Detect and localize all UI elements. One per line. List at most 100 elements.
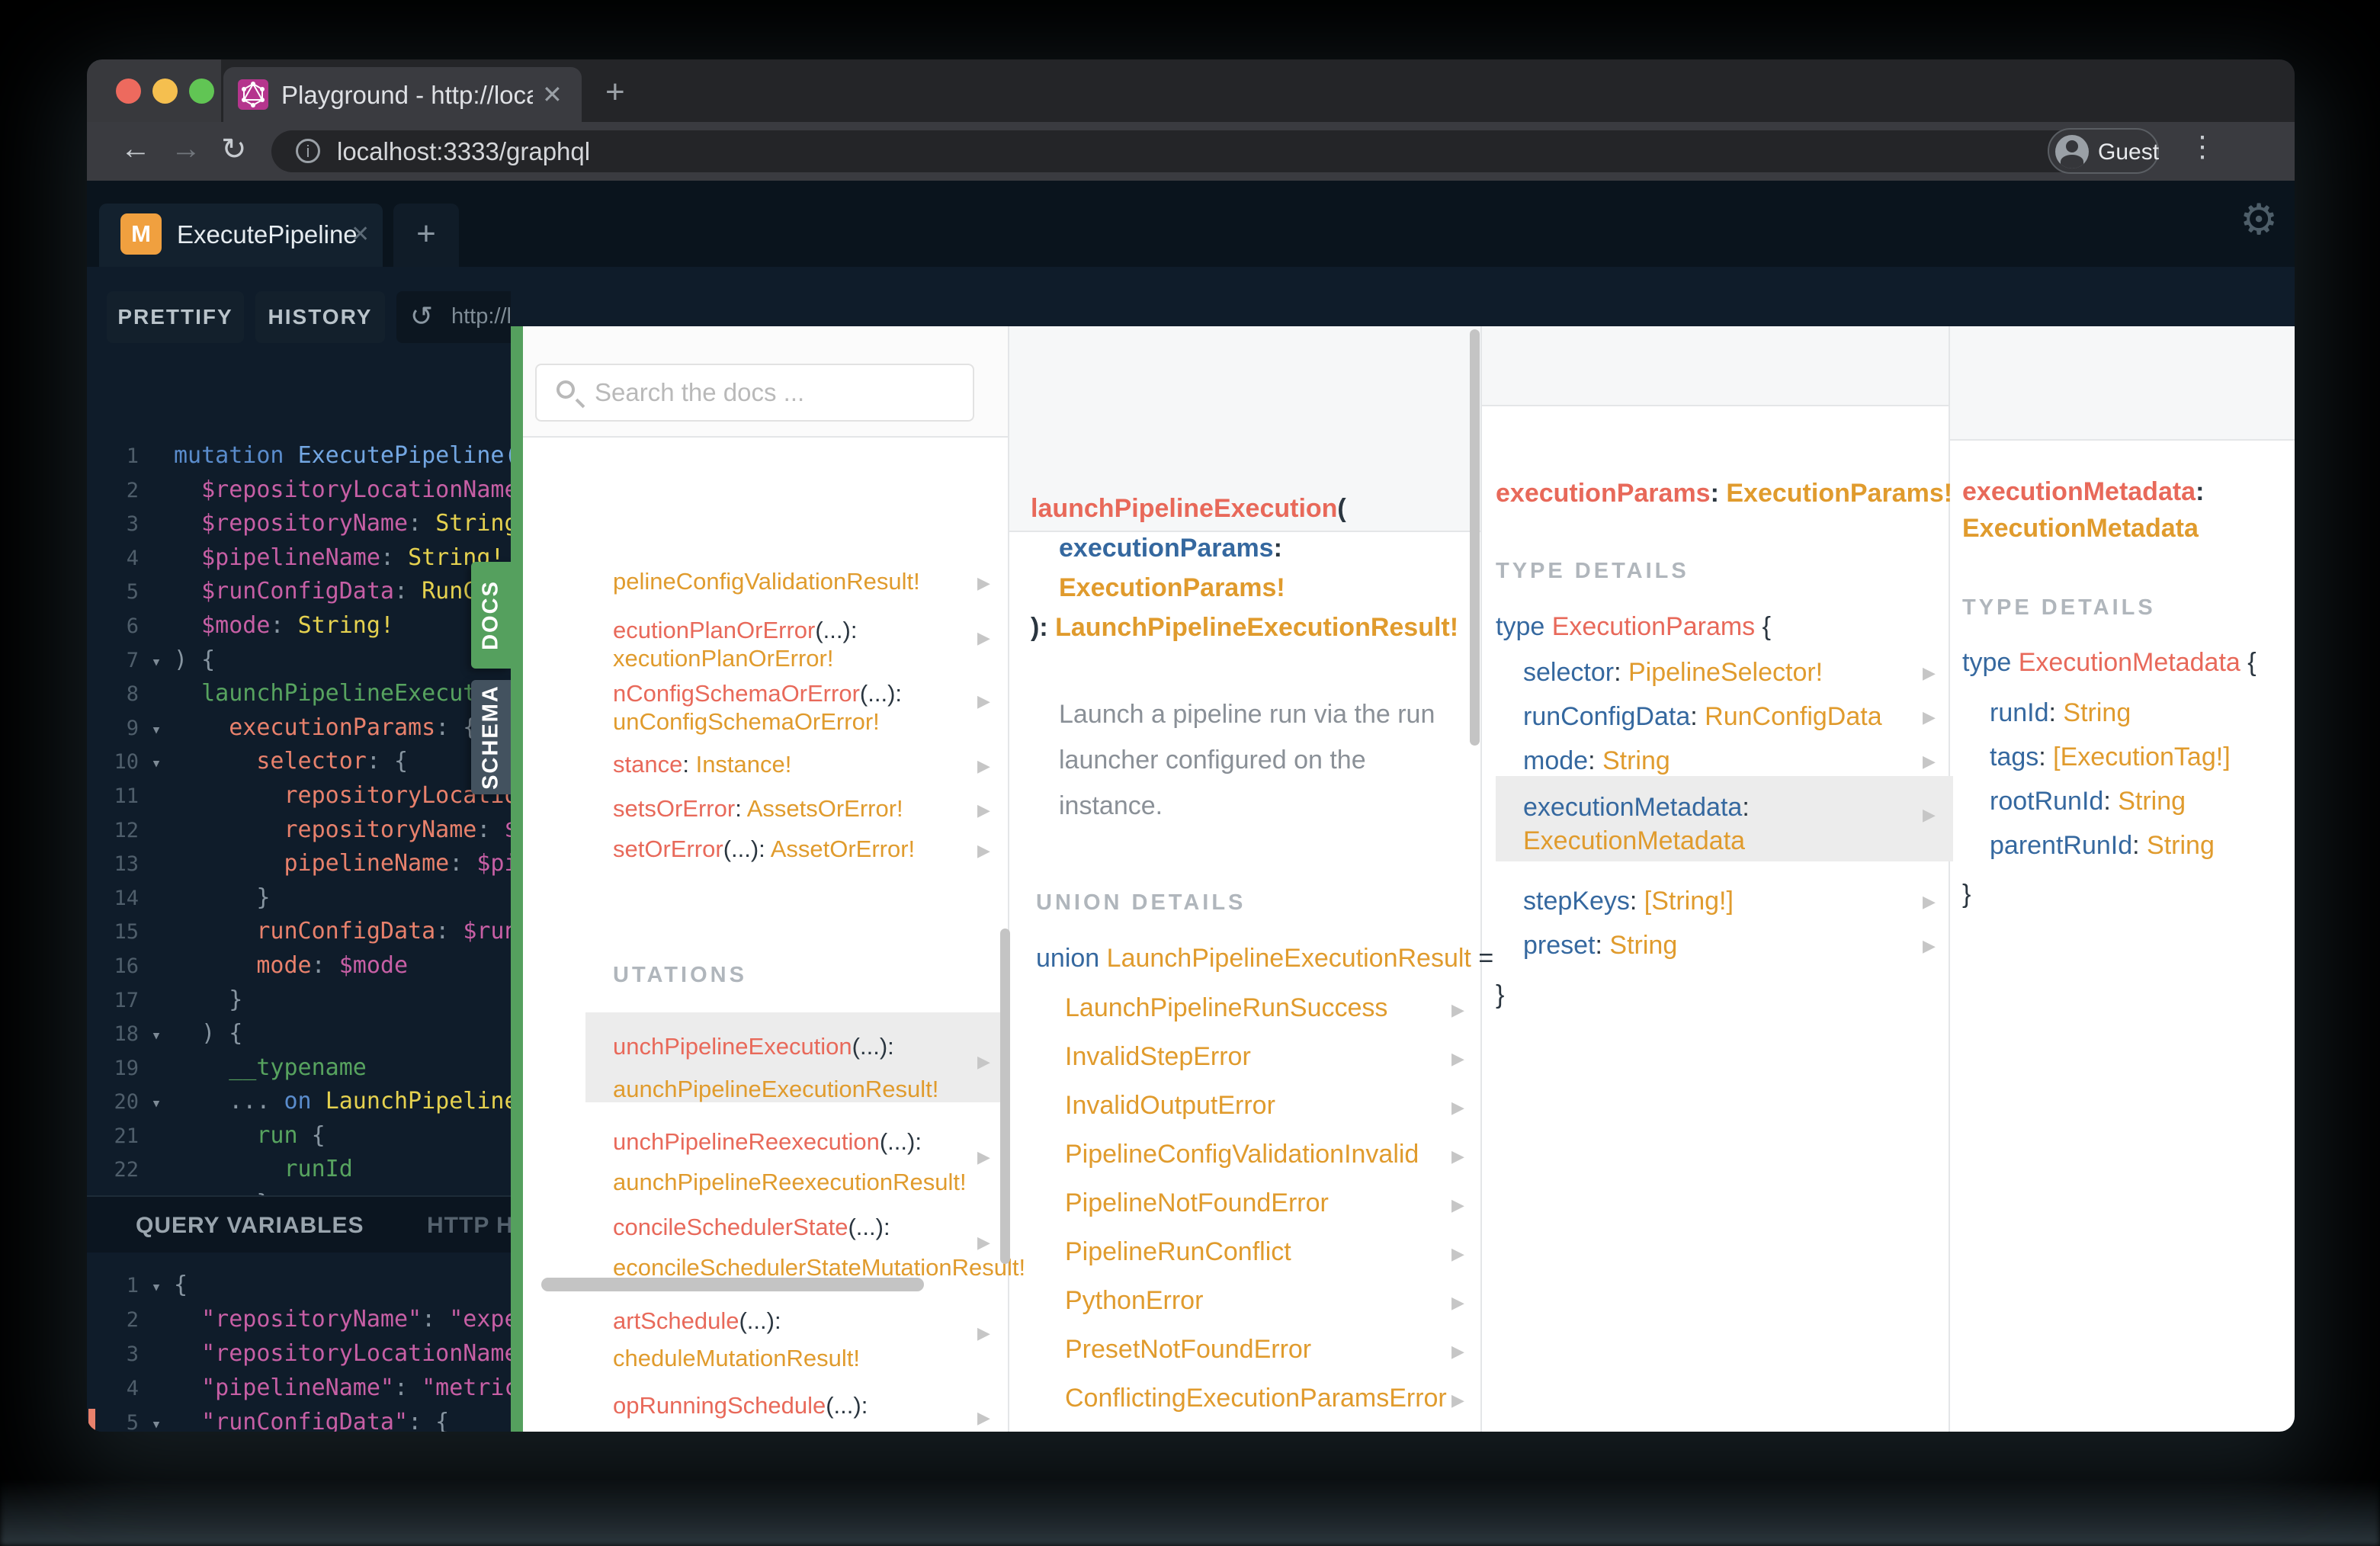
docs-item[interactable]: runConfigData: RunConfigData bbox=[1523, 702, 1882, 732]
docs-item[interactable]: xecutionPlanOrError! bbox=[613, 645, 833, 672]
expand-arrow-icon[interactable]: ▶ bbox=[977, 1052, 990, 1072]
fold-icon[interactable]: ▾ bbox=[139, 714, 174, 748]
endpoint-input[interactable]: ↻ http://loc bbox=[396, 291, 511, 343]
fold-icon[interactable]: ▾ bbox=[139, 747, 174, 781]
docs-item[interactable]: opRunningSchedule(...): bbox=[613, 1392, 868, 1419]
expand-arrow-icon[interactable]: ▶ bbox=[1923, 663, 1936, 683]
new-session-button[interactable]: + bbox=[393, 204, 459, 267]
docs-item[interactable]: cheduleMutationResult! bbox=[613, 1345, 860, 1372]
expand-arrow-icon[interactable]: ▶ bbox=[1451, 1390, 1464, 1410]
docs-item[interactable]: LaunchPipelineRunSuccess bbox=[1065, 993, 1387, 1023]
query-editor[interactable]: 1 mutation ExecutePipeline(2 $repository… bbox=[87, 439, 511, 1217]
expand-arrow-icon[interactable]: ▶ bbox=[977, 573, 990, 593]
forward-icon[interactable]: → bbox=[171, 132, 201, 166]
docs-item[interactable]: InvalidOutputError bbox=[1065, 1091, 1275, 1121]
prettify-button[interactable]: PRETTIFY bbox=[107, 291, 244, 343]
expand-arrow-icon[interactable]: ▶ bbox=[1923, 707, 1936, 727]
expand-arrow-icon[interactable]: ▶ bbox=[977, 841, 990, 861]
session-close-icon[interactable]: ✕ bbox=[351, 221, 370, 248]
docs-item[interactable]: pelineConfigValidationResult! bbox=[613, 568, 920, 595]
docs-item[interactable]: runId: String bbox=[1990, 698, 2131, 728]
expand-arrow-icon[interactable]: ▶ bbox=[977, 691, 990, 711]
schema-side-tab[interactable]: SCHEMA bbox=[471, 680, 511, 794]
docs-item[interactable]: nConfigSchemaOrError(...): bbox=[613, 680, 902, 707]
expand-arrow-icon[interactable]: ▶ bbox=[1451, 1342, 1464, 1362]
expand-arrow-icon[interactable]: ▶ bbox=[1451, 1244, 1464, 1264]
tab-close-icon[interactable]: ✕ bbox=[542, 80, 563, 109]
docs-item[interactable]: executionMetadata: bbox=[1523, 793, 1750, 823]
expand-arrow-icon[interactable]: ▶ bbox=[1923, 805, 1936, 825]
new-tab-button[interactable]: + bbox=[605, 73, 625, 111]
expand-arrow-icon[interactable]: ▶ bbox=[1923, 752, 1936, 771]
expand-arrow-icon[interactable]: ▶ bbox=[977, 1408, 990, 1428]
zoom-window-button[interactable] bbox=[189, 79, 214, 104]
expand-arrow-icon[interactable]: ▶ bbox=[977, 628, 990, 648]
session-tab-executepipeline[interactable]: M ExecutePipeline ✕ bbox=[99, 204, 383, 267]
expand-arrow-icon[interactable]: ▶ bbox=[977, 800, 990, 820]
expand-arrow-icon[interactable]: ▶ bbox=[1451, 1195, 1464, 1215]
expand-arrow-icon[interactable]: ▶ bbox=[977, 1323, 990, 1343]
fold-icon[interactable]: ▾ bbox=[139, 1019, 174, 1054]
docs-item[interactable]: PipelineRunConflict bbox=[1065, 1237, 1291, 1267]
fold-icon[interactable]: ▾ bbox=[139, 1087, 174, 1121]
site-info-icon[interactable]: i bbox=[296, 139, 320, 163]
vertical-scrollbar[interactable] bbox=[1000, 929, 1010, 1264]
docs-item[interactable]: ExecutionMetadata bbox=[1523, 826, 1745, 856]
expand-arrow-icon[interactable]: ▶ bbox=[1451, 1293, 1464, 1313]
docs-item[interactable]: aunchPipelineExecutionResult! bbox=[613, 1076, 938, 1103]
docs-item[interactable]: cheduleMutationResult! bbox=[613, 1429, 860, 1432]
tab-http-headers[interactable]: HTTP HEADERS bbox=[427, 1213, 511, 1239]
docs-item[interactable]: unchPipelineReexecution(...): bbox=[613, 1128, 922, 1156]
docs-item[interactable]: InvalidStepError bbox=[1065, 1042, 1251, 1072]
expand-arrow-icon[interactable]: ▶ bbox=[1451, 1000, 1464, 1020]
horizontal-scrollbar[interactable] bbox=[541, 1278, 924, 1291]
fold-icon[interactable]: ▾ bbox=[139, 646, 174, 680]
docs-item[interactable]: artSchedule(...): bbox=[613, 1307, 781, 1335]
docs-item[interactable]: preset: String bbox=[1523, 931, 1677, 961]
docs-item[interactable]: stance: Instance! bbox=[613, 751, 791, 778]
expand-arrow-icon[interactable]: ▶ bbox=[977, 1147, 990, 1167]
docs-item[interactable]: aunchPipelineReexecutionResult! bbox=[613, 1169, 967, 1196]
reload-icon[interactable]: ↻ bbox=[221, 132, 247, 167]
history-button[interactable]: HISTORY bbox=[255, 291, 385, 343]
close-window-button[interactable] bbox=[116, 79, 141, 104]
expand-arrow-icon[interactable]: ▶ bbox=[977, 756, 990, 776]
browser-menu-icon[interactable]: ⋮ bbox=[2188, 130, 2217, 164]
docs-item[interactable]: rootRunId: String bbox=[1990, 787, 2186, 816]
docs-side-tab[interactable]: DOCS bbox=[471, 562, 511, 669]
docs-item[interactable]: ConflictingExecutionParamsError bbox=[1065, 1384, 1447, 1413]
docs-item[interactable]: parentRunId: String bbox=[1990, 831, 2215, 861]
tab-query-variables[interactable]: QUERY VARIABLES bbox=[136, 1213, 364, 1239]
expand-arrow-icon[interactable]: ▶ bbox=[1451, 1098, 1464, 1118]
docs-item[interactable]: unConfigSchemaOrError! bbox=[613, 708, 880, 736]
browser-tab[interactable]: Playground - http://localhost:3 ✕ bbox=[223, 67, 582, 122]
profile-button[interactable]: Guest bbox=[2048, 128, 2159, 174]
minimize-window-button[interactable] bbox=[152, 79, 178, 104]
docs-item[interactable]: setsOrError: AssetsOrError! bbox=[613, 795, 903, 823]
docs-item[interactable]: PresetNotFoundError bbox=[1065, 1335, 1311, 1365]
docs-item[interactable]: ecutionPlanOrError(...): bbox=[613, 617, 857, 644]
settings-gear-icon[interactable]: ⚙ bbox=[2240, 194, 2278, 245]
docs-item[interactable]: PipelineNotFoundError bbox=[1065, 1188, 1329, 1218]
docs-item[interactable]: selector: PipelineSelector! bbox=[1523, 658, 1823, 688]
docs-item[interactable]: PipelineConfigValidationInvalid bbox=[1065, 1140, 1419, 1169]
expand-arrow-icon[interactable]: ▶ bbox=[1451, 1049, 1464, 1069]
docs-search-input[interactable]: Search the docs ... bbox=[535, 364, 974, 422]
expand-arrow-icon[interactable]: ▶ bbox=[1923, 892, 1936, 912]
docs-resize-handle[interactable] bbox=[511, 326, 523, 1432]
docs-item[interactable]: stepKeys: [String!] bbox=[1523, 887, 1734, 916]
fold-icon[interactable]: ▾ bbox=[139, 1407, 174, 1432]
docs-item[interactable]: PythonError bbox=[1065, 1286, 1203, 1316]
docs-item[interactable]: mode: String bbox=[1523, 746, 1670, 776]
expand-arrow-icon[interactable]: ▶ bbox=[1923, 936, 1936, 956]
expand-arrow-icon[interactable]: ▶ bbox=[1451, 1147, 1464, 1166]
query-variables-editor[interactable]: 1▾{2 "repositoryName": "exper 3 "reposito… bbox=[87, 1268, 511, 1432]
address-bar[interactable]: i localhost:3333/graphql bbox=[271, 130, 2127, 172]
vertical-scrollbar[interactable] bbox=[1470, 329, 1480, 746]
back-icon[interactable]: ← bbox=[120, 132, 151, 166]
docs-item[interactable]: unchPipelineExecution(...): bbox=[613, 1033, 894, 1060]
docs-item[interactable]: setOrError(...): AssetOrError! bbox=[613, 836, 915, 863]
docs-item[interactable]: concileSchedulerState(...): bbox=[613, 1214, 890, 1241]
docs-item[interactable]: tags: [ExecutionTag!] bbox=[1990, 743, 2231, 772]
expand-arrow-icon[interactable]: ▶ bbox=[977, 1233, 990, 1253]
